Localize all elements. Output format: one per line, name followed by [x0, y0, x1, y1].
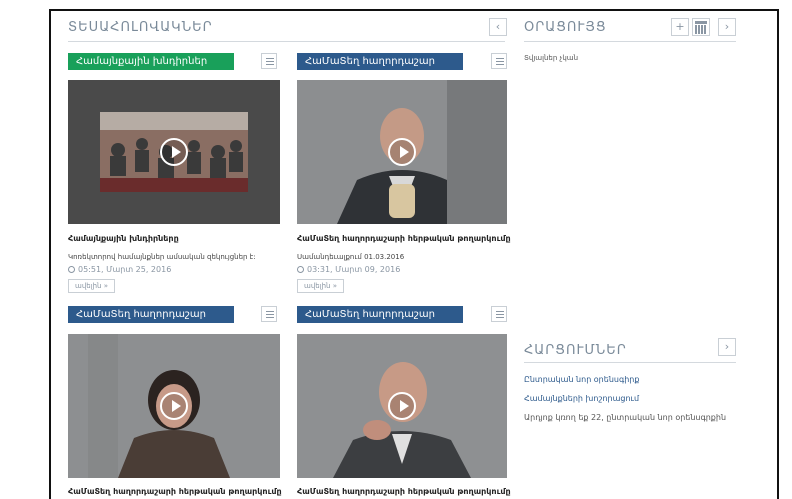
card-4-list-icon[interactable]: [491, 306, 507, 322]
videos-section-title: ՏԵՍԱՀՈԼՈՎԱԿՆԵՐ: [68, 20, 213, 35]
card-1-title[interactable]: Համայնքային խնդիրները: [68, 234, 179, 243]
card-1-more-button[interactable]: ավելին »: [68, 279, 115, 293]
card-2-category[interactable]: ՀաՄաՏեղ հաղորդաշար: [297, 53, 463, 70]
videos-prev-button[interactable]: ‹: [489, 18, 507, 36]
card-1-description: Կոռեկտորով համայնքներ ամսական զեկույցներ…: [68, 253, 256, 261]
card-3-list-icon[interactable]: [261, 306, 277, 322]
clock-icon: [68, 266, 75, 273]
question-note: Արդյոք կռող եք 22, ընտրական նոր օրենսգրք…: [524, 413, 727, 422]
card-2-more-button[interactable]: ավելին »: [297, 279, 344, 293]
card-1-video[interactable]: [68, 80, 280, 224]
card-1-date-text: 05:51, Մարտ 25, 2016: [78, 265, 172, 274]
calendar-add-button[interactable]: +: [671, 18, 689, 36]
clock-icon: [297, 266, 304, 273]
calendar-section-divider: [524, 41, 736, 42]
card-4-category[interactable]: ՀաՄաՏեղ հաղորդաշար: [297, 306, 463, 323]
card-2-description: Սամանդեւալքում 01.03.2016: [297, 253, 405, 261]
card-2-title[interactable]: ՀաՄաՏեղ հաղորդաշարի հերթական թողարկումը: [297, 234, 511, 243]
question-link-2[interactable]: Համայնքների խոշորացում: [524, 394, 639, 403]
videos-section-divider: [68, 41, 505, 42]
card-4-play-icon[interactable]: [388, 392, 416, 420]
card-1-category[interactable]: Համայնքային խնդիրներ: [68, 53, 234, 70]
questions-next-button[interactable]: ›: [718, 338, 736, 356]
calendar-icon[interactable]: [692, 18, 710, 36]
card-1-play-icon[interactable]: [160, 138, 188, 166]
card-3-video[interactable]: [68, 334, 280, 478]
questions-section-divider: [524, 362, 736, 363]
card-2-play-icon[interactable]: [388, 138, 416, 166]
card-3-title[interactable]: ՀաՄաՏեղ հաղորդաշարի հերթական թողարկումը: [68, 487, 282, 496]
card-2-list-icon[interactable]: [491, 53, 507, 69]
calendar-section-title: ՕՐԱՑՈՒՅՑ: [524, 20, 607, 35]
card-2-date: 03:31, Մարտ 09, 2016: [297, 265, 400, 274]
card-3-play-icon[interactable]: [160, 392, 188, 420]
card-4-title[interactable]: ՀաՄաՏեղ հաղորդաշարի հերթական թողարկումը: [297, 487, 511, 496]
calendar-next-button[interactable]: ›: [718, 18, 736, 36]
card-2-date-text: 03:31, Մարտ 09, 2016: [307, 265, 401, 274]
card-1-list-icon[interactable]: [261, 53, 277, 69]
question-link-1[interactable]: Ընտրական նոր օրենսգիրք: [524, 375, 639, 384]
card-4-video[interactable]: [297, 334, 507, 478]
card-2-video[interactable]: [297, 80, 507, 224]
calendar-empty-text: Տվյալներ չկան: [524, 54, 579, 62]
questions-section-title: ՀԱՐՑՈՒՄՆԵՐ: [524, 343, 627, 358]
card-3-category[interactable]: ՀաՄաՏեղ հաղորդաշար: [68, 306, 234, 323]
card-1-date: 05:51, Մարտ 25, 2016: [68, 265, 171, 274]
